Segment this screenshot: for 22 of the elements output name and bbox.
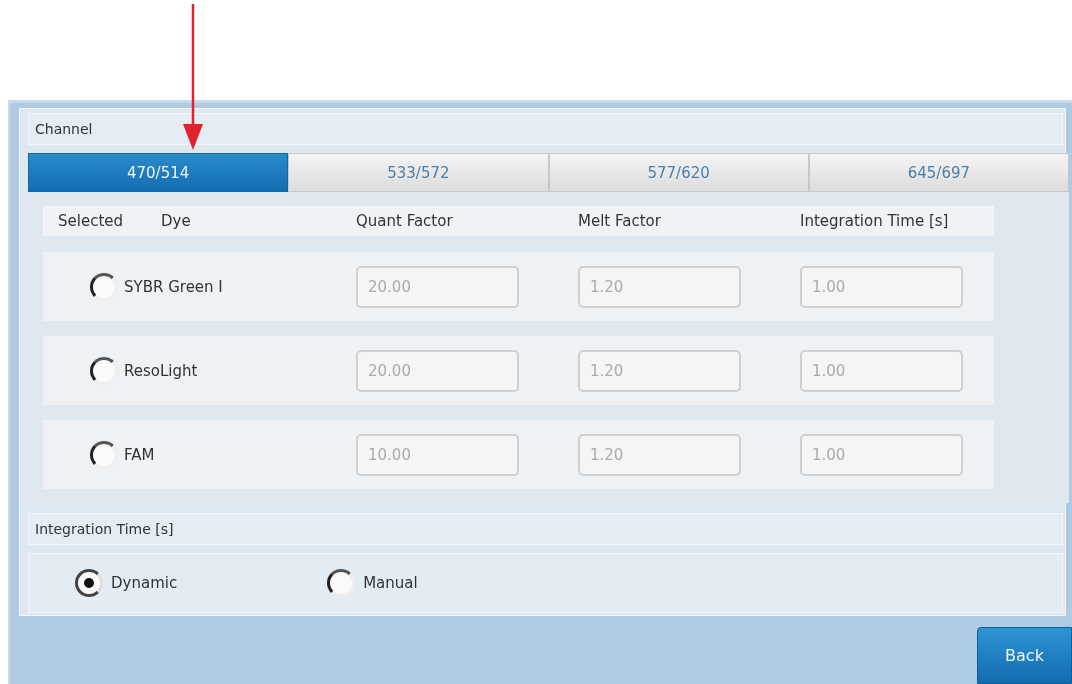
column-header: Melt Factor xyxy=(578,212,662,230)
column-header: Selected xyxy=(57,212,125,230)
radio-button[interactable] xyxy=(90,356,118,385)
dye-name: ResoLight xyxy=(124,361,198,380)
option-label: Dynamic xyxy=(111,574,178,592)
radio-button[interactable] xyxy=(75,569,103,597)
column-header: Dye xyxy=(161,212,192,230)
radio-button[interactable] xyxy=(90,272,118,301)
column-header: Integration Time [s] xyxy=(800,212,950,230)
radio-button[interactable] xyxy=(90,440,118,469)
channel-tab[interactable]: 645/697 xyxy=(808,153,1069,192)
channel-tab[interactable]: 470/514 xyxy=(28,153,289,192)
back-button[interactable]: Back xyxy=(977,627,1072,684)
dye-name: FAM xyxy=(124,445,155,464)
column-header: Quant Factor xyxy=(356,212,454,230)
section-title: Channel xyxy=(35,121,93,137)
dye-name: SYBR Green I xyxy=(124,277,223,296)
section-title: Integration Time [s] xyxy=(35,521,174,537)
option-label: Manual xyxy=(363,574,418,592)
channel-tab[interactable]: 533/572 xyxy=(288,153,549,192)
channel-tab[interactable]: 577/620 xyxy=(548,153,809,192)
radio-button[interactable] xyxy=(327,569,356,597)
